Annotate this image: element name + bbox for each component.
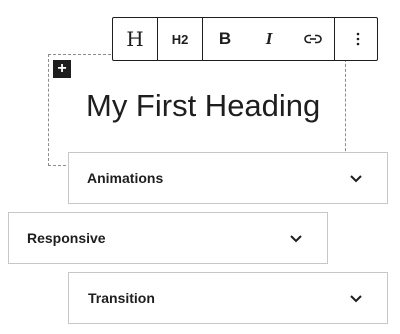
- panel-responsive-label: Responsive: [27, 230, 106, 246]
- block-toolbar: H H2 B I: [112, 17, 378, 61]
- panel-animations-label: Animations: [87, 170, 164, 186]
- toolbar-group-formatting: B I: [203, 18, 335, 60]
- more-options-button[interactable]: [335, 18, 380, 60]
- panel-transition[interactable]: Transition: [68, 272, 388, 324]
- toolbar-group-level: H2: [158, 18, 203, 60]
- more-vertical-icon: [356, 32, 359, 46]
- panel-responsive[interactable]: Responsive: [8, 212, 328, 264]
- bold-icon: B: [218, 29, 232, 48]
- toolbar-group-more: [335, 18, 380, 60]
- italic-icon: I: [265, 29, 273, 48]
- panel-animations[interactable]: Animations: [68, 152, 388, 204]
- link-button[interactable]: [291, 18, 334, 60]
- chevron-down-icon: [349, 293, 363, 303]
- panel-transition-label: Transition: [88, 290, 155, 306]
- block-inserter-button[interactable]: +: [53, 60, 71, 78]
- editor-canvas: + My First Heading H H2 B I Animations R…: [0, 0, 400, 334]
- heading-block[interactable]: My First Heading: [86, 90, 320, 121]
- link-icon: [303, 34, 322, 44]
- heading-level-button[interactable]: H2: [158, 18, 202, 60]
- plus-icon: +: [57, 60, 67, 77]
- bold-button[interactable]: B: [203, 18, 247, 60]
- heading-icon: H: [126, 27, 144, 51]
- chevron-down-icon: [349, 173, 363, 183]
- chevron-down-icon: [289, 233, 303, 243]
- italic-button[interactable]: I: [247, 18, 291, 60]
- heading-level-label: H2: [171, 31, 189, 47]
- block-type-button[interactable]: H: [113, 18, 157, 60]
- toolbar-group-block-type: H: [113, 18, 158, 60]
